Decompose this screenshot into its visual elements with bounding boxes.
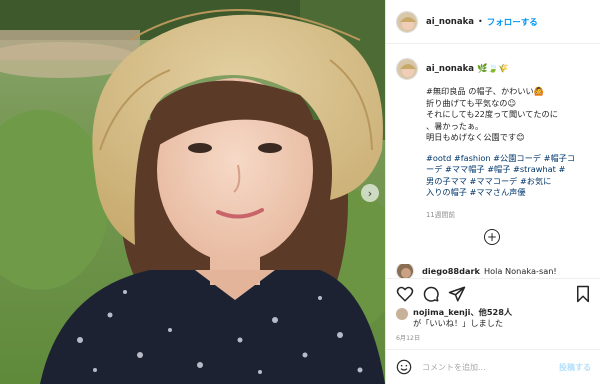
hashtag-line[interactable]: 男の子ママ #ママコーデ #お気に <box>426 176 596 188</box>
hashtag-line[interactable]: ーデ #ママ帽子 #帽子 #strawhat # <box>426 164 596 176</box>
hashtag-line[interactable]: 入りの帽子 #ママさん声優 <box>426 187 596 199</box>
likes-suffix: が「いいね！」しました <box>413 318 504 328</box>
header-separator: • <box>477 17 483 26</box>
avatar[interactable] <box>396 10 418 33</box>
post-comment-button[interactable]: 投稿する <box>559 362 591 373</box>
caption-timestamp: 11週間前 <box>426 210 456 219</box>
commenter-avatar-image <box>397 264 413 278</box>
follow-button[interactable]: フォローする <box>487 16 538 28</box>
commenter-avatar[interactable] <box>396 264 414 278</box>
caption-line: #無印良品 の帽子、かわいい🙆 <box>426 86 544 96</box>
chevron-right-icon: › <box>367 186 373 200</box>
header-username[interactable]: ai_nonaka <box>426 17 474 27</box>
liker-avatar[interactable] <box>396 308 408 320</box>
caption-line: 折り曲げても平気なの☺ <box>426 97 517 108</box>
selfie-photo <box>0 0 385 384</box>
comment-item: diego88dark Hola Nonaka-san! <box>396 264 596 278</box>
heart-icon[interactable] <box>396 285 414 303</box>
post-date[interactable]: 6月12日 <box>396 333 420 342</box>
caption-line: 明日もめげなく公園です😊 <box>426 132 525 142</box>
caption-avatar-image <box>397 59 417 79</box>
comment-username[interactable]: diego88dark <box>422 266 480 276</box>
likes-summary: nojima_kenji、他528人 が「いいね！」しました <box>396 307 596 329</box>
caption-text: #無印良品 の帽子、かわいい🙆 折り曲げても平気なの☺ それにしても22度って聞… <box>426 86 596 199</box>
instagram-post: › ai_nonaka • フォローする ai_nonaka 🌿🍃🌾 #無印良品… <box>0 0 600 384</box>
load-more-comments-button[interactable]: + <box>484 229 500 245</box>
caption-line: 、暑かったぁ。 <box>426 120 484 131</box>
share-icon[interactable] <box>448 285 466 303</box>
comment-icon[interactable] <box>422 285 440 303</box>
post-photo[interactable]: › <box>0 0 385 384</box>
post-sidebar: ai_nonaka • フォローする ai_nonaka 🌿🍃🌾 #無印良品 の… <box>385 0 600 384</box>
caption-emoji: 🌿🍃🌾 <box>476 64 509 74</box>
caption-username[interactable]: ai_nonaka <box>426 64 474 74</box>
plus-icon: + <box>486 230 498 244</box>
liker-username[interactable]: nojima_kenji <box>413 307 470 317</box>
caption-avatar[interactable] <box>396 58 418 80</box>
caption-line: それにしても22度って聞いてたのに <box>426 109 558 119</box>
action-bar <box>386 278 600 308</box>
bookmark-icon[interactable] <box>574 285 592 303</box>
avatar-image <box>397 11 417 32</box>
likes-count[interactable]: 、他528人 <box>470 307 512 317</box>
comment-composer: 投稿する <box>386 349 600 384</box>
post-header: ai_nonaka • フォローする <box>386 0 600 44</box>
hashtag-line[interactable]: #ootd #fashion #公園コーデ #帽子コ <box>426 153 596 165</box>
comment-text: Hola Nonaka-san! <box>483 266 557 276</box>
likes-text: nojima_kenji、他528人 が「いいね！」しました <box>413 307 512 329</box>
comment-input[interactable] <box>422 362 552 372</box>
smile-icon[interactable] <box>396 359 412 375</box>
caption: ai_nonaka 🌿🍃🌾 #無印良品 の帽子、かわいい🙆 折り曲げても平気なの… <box>396 58 596 219</box>
carousel-next-button[interactable]: › <box>361 184 379 202</box>
